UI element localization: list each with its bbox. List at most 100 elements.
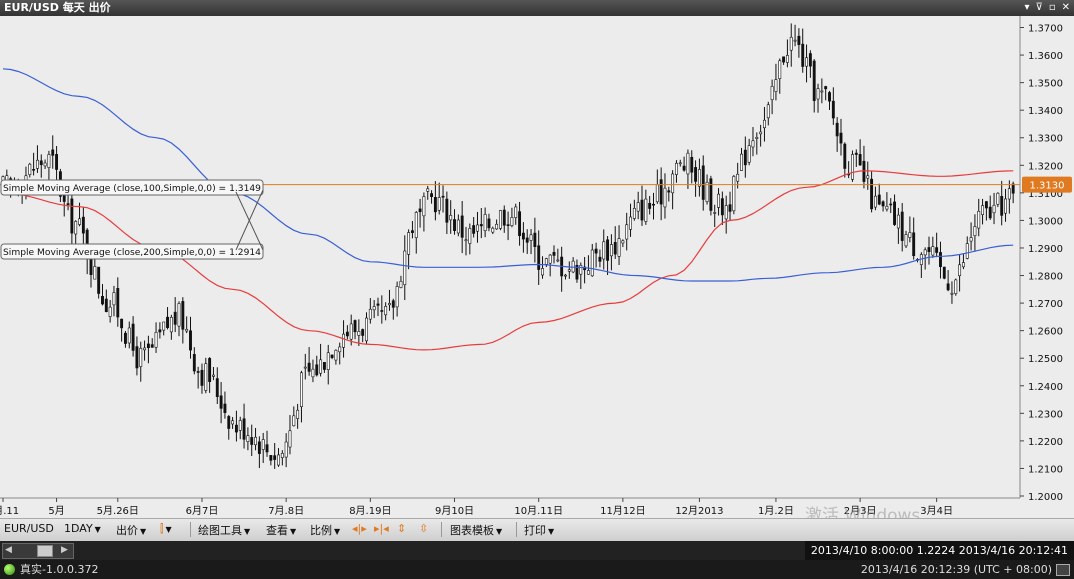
candle-body	[395, 286, 399, 308]
zoom-out-vertical-button[interactable]: ⇳	[419, 522, 428, 535]
scrollbar-thumb[interactable]	[37, 545, 53, 557]
period-dropdown[interactable]: 1DAY ▼	[64, 522, 101, 535]
candle-body	[709, 178, 713, 211]
candle-body	[510, 217, 514, 226]
candle-body	[391, 300, 395, 308]
zoom-in-horizontal-button[interactable]: ◂|▸	[352, 522, 367, 535]
candle-body	[342, 333, 345, 348]
candle-body	[433, 196, 437, 213]
candle-body	[785, 55, 789, 63]
candle-body	[629, 216, 632, 230]
restore-icon[interactable]: ▫	[1049, 0, 1056, 16]
x-tick-label: 3月4日	[920, 505, 953, 517]
candle-body	[655, 184, 659, 203]
candle-body	[1007, 188, 1011, 200]
candle-body	[648, 202, 652, 209]
scroll-left-icon[interactable]: ◀	[5, 545, 12, 555]
scroll-right-icon[interactable]: ▶	[61, 545, 68, 555]
print-dropdown[interactable]: 打印 ▼	[524, 522, 554, 538]
zoom-out-horizontal-icon: ▸|◂	[374, 522, 389, 535]
candle-body	[410, 230, 414, 233]
x-tick-label: 8月.19日	[349, 505, 391, 517]
candle-body	[189, 330, 192, 351]
candle-body	[70, 198, 74, 234]
candle-body	[988, 206, 992, 219]
x-tick-label: 5月	[48, 505, 64, 517]
candle-body	[242, 418, 246, 440]
candle-body	[564, 274, 567, 277]
candle-body	[169, 317, 173, 333]
candle-body	[380, 310, 384, 312]
pin-icon[interactable]: ⊽	[1036, 0, 1043, 16]
y-tick-label: 1.2600	[1028, 327, 1063, 338]
candle-type-dropdown[interactable]: ⫿ ▼	[160, 522, 172, 536]
candle-body	[590, 249, 594, 277]
candle-body	[736, 173, 740, 182]
price-type-dropdown[interactable]: 出价 ▼	[116, 522, 146, 538]
candle-body	[1004, 198, 1007, 214]
chart-area[interactable]: 1.3700 1.3600 1.3500 1.3400 1.3300 1.3200 1.31…	[0, 16, 1074, 542]
candle-body	[652, 203, 655, 206]
chevron-down-icon: ▼	[165, 525, 172, 534]
keyboard-icon[interactable]	[1056, 564, 1070, 576]
window-title: EUR/USD 每天 出价	[4, 1, 111, 14]
candle-body	[101, 296, 104, 305]
menu-dropdown-icon[interactable]: ▾	[1024, 0, 1029, 16]
y-tick-label: 1.2700	[1028, 299, 1063, 310]
candle-body	[74, 221, 78, 235]
price-chart[interactable]: 1.3700 1.3600 1.3500 1.3400 1.3300 1.3200 1.31…	[0, 16, 1074, 556]
candle-body	[694, 167, 698, 182]
candle-body	[139, 348, 143, 367]
candle-body	[326, 352, 330, 370]
drawing-tools-dropdown[interactable]: 绘图工具 ▼	[198, 522, 250, 538]
candle-body	[621, 240, 625, 244]
candle-body	[498, 210, 502, 229]
candle-body	[296, 409, 300, 419]
candle-body	[135, 346, 139, 369]
zoom-out-horizontal-button[interactable]: ▸|◂	[374, 522, 389, 535]
candle-body	[223, 403, 227, 413]
candle-body	[430, 193, 434, 197]
candle-body	[269, 455, 273, 461]
candle-body	[437, 197, 441, 211]
candle-body	[208, 358, 212, 382]
candle-body	[544, 258, 548, 265]
candle-body	[311, 368, 315, 378]
candle-body	[162, 321, 166, 331]
sma-100-legend[interactable]: Simple Moving Average (close,100,Simple,…	[0, 179, 264, 196]
y-tick-label: 1.2900	[1028, 244, 1063, 255]
candle-body	[609, 244, 613, 257]
candle-body	[491, 227, 495, 233]
zoom-in-vertical-button[interactable]: ⇕	[397, 522, 406, 535]
candle-body	[143, 347, 147, 351]
candle-body	[518, 211, 522, 237]
close-icon[interactable]: ✕	[1062, 0, 1070, 16]
candle-body	[254, 436, 257, 446]
symbol-selector[interactable]: EUR/USD	[4, 522, 54, 535]
candle-body	[345, 331, 349, 337]
candle-body	[671, 173, 675, 194]
connection-status-icon	[4, 564, 15, 575]
candle-body	[935, 247, 939, 253]
candle-body	[870, 178, 874, 210]
candle-body	[246, 435, 250, 442]
candle-body	[743, 149, 747, 166]
candle-body	[808, 53, 812, 67]
candle-body	[740, 153, 743, 171]
candle-body	[303, 366, 307, 369]
candle-body	[120, 318, 124, 329]
candle-body	[858, 154, 862, 166]
candle-body	[315, 364, 319, 376]
candle-icon: ⫿	[160, 522, 164, 535]
candle-body	[839, 132, 843, 144]
scale-dropdown[interactable]: 比例 ▼	[310, 522, 340, 538]
chart-templates-dropdown[interactable]: 图表模板 ▼	[450, 522, 502, 538]
candle-body	[273, 455, 277, 460]
view-dropdown[interactable]: 查看 ▼	[266, 522, 296, 538]
candle-body	[173, 311, 177, 325]
horizontal-scrollbar[interactable]: ◀ ▶	[2, 543, 74, 559]
candle-body	[594, 248, 598, 254]
candle-body	[185, 328, 189, 332]
sma-200-legend[interactable]: Simple Moving Average (close,200,Simple,…	[0, 243, 264, 260]
candle-body	[900, 211, 904, 241]
